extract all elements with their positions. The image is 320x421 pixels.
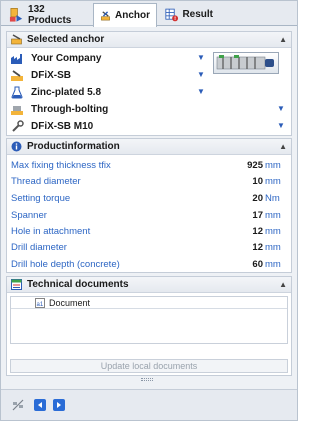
selected-anchor-panel: Selected anchor ▲ Your Company ▼ DFiX-SB… [6, 31, 292, 136]
tab-result[interactable]: Result [159, 3, 219, 26]
collapse-chevron-icon[interactable]: ▲ [279, 280, 287, 289]
technical-documents-title: Technical documents [27, 279, 129, 290]
installation-type-dropdown-icon[interactable]: ▼ [277, 104, 285, 113]
anchor-tools-icon [101, 10, 110, 20]
tab-result-label: Result [182, 9, 213, 20]
previous-button[interactable] [34, 399, 46, 411]
property-label: Setting torque [11, 192, 71, 204]
anchor-type-select[interactable]: DFiX-SB [10, 68, 71, 83]
flask-icon [10, 86, 24, 99]
products-stack-icon [9, 7, 23, 22]
tab-anchor[interactable]: Anchor [93, 3, 157, 27]
productinformation-panel: Productinformation ▲ Max fixing thicknes… [6, 138, 292, 273]
property-unit: mm [265, 175, 281, 187]
property-value: 12 [252, 225, 263, 237]
document-column-icon: a1 [35, 298, 45, 308]
material-label: Zinc-plated 5.8 [31, 87, 102, 98]
material-dropdown-icon[interactable]: ▼ [197, 87, 205, 96]
anchor-preview-image [213, 52, 279, 74]
property-row: Drill hole depth (concrete) 60 mm [11, 257, 287, 271]
property-value: 12 [252, 241, 263, 253]
property-unit: mm [265, 225, 281, 237]
installation-type-select[interactable]: Through-bolting [10, 102, 108, 117]
productinformation-title: Productinformation [27, 141, 120, 152]
property-label: Drill hole depth (concrete) [11, 258, 120, 270]
tab-products-label: 132 Products [28, 3, 72, 26]
property-value: 10 [252, 175, 263, 187]
next-button[interactable] [53, 399, 65, 411]
bottom-toolbar [1, 389, 297, 420]
result-grid-warning-icon [165, 8, 179, 21]
property-unit: mm [265, 159, 281, 171]
property-value: 20 [252, 192, 263, 204]
selected-anchor-header[interactable]: Selected anchor ▲ [7, 32, 291, 48]
material-select[interactable]: Zinc-plated 5.8 [10, 85, 101, 100]
update-local-documents-button[interactable]: Update local documents [10, 359, 288, 373]
arrow-left-icon [38, 402, 42, 408]
property-label: Hole in attachment [11, 225, 91, 237]
tab-anchor-label: Anchor [115, 10, 150, 21]
anchor-size-dropdown-icon[interactable]: ▼ [277, 121, 285, 130]
anchor-type-label: DFiX-SB [31, 70, 71, 81]
tab-bar: 132 Products Anchor Result [1, 1, 297, 27]
bolting-icon [10, 103, 24, 116]
splitter-grip[interactable] [141, 378, 153, 381]
factory-icon [10, 52, 24, 65]
property-row: Thread diameter 10 mm [11, 174, 287, 188]
property-value: 17 [252, 209, 263, 221]
wrench-icon [10, 120, 24, 133]
property-row: Max fixing thickness tfix 925 mm [11, 158, 287, 172]
disconnect-icon[interactable] [11, 398, 25, 412]
property-value: 60 [252, 258, 263, 270]
property-unit: mm [265, 241, 281, 253]
property-row: Spanner 17 mm [11, 208, 287, 222]
collapse-chevron-icon[interactable]: ▲ [279, 142, 287, 151]
property-label: Max fixing thickness tfix [11, 159, 111, 171]
collapse-chevron-icon[interactable]: ▲ [279, 35, 287, 44]
property-row: Setting torque 20 Nm [11, 191, 287, 205]
documents-table-header: a1 Document [11, 297, 287, 309]
property-label: Thread diameter [11, 175, 81, 187]
property-unit: mm [265, 258, 281, 270]
anchor-section-icon [11, 34, 22, 45]
property-label: Drill diameter [11, 241, 67, 253]
technical-documents-header[interactable]: Technical documents ▲ [7, 277, 291, 293]
arrow-right-icon [57, 402, 61, 408]
selected-anchor-title: Selected anchor [27, 34, 105, 45]
installation-type-label: Through-bolting [31, 104, 109, 115]
info-icon [11, 141, 22, 152]
documents-table[interactable]: a1 Document [10, 296, 288, 344]
manufacturer-dropdown-icon[interactable]: ▼ [197, 53, 205, 62]
anchor-type-dropdown-icon[interactable]: ▼ [197, 70, 205, 79]
app-panel: 132 Products Anchor Result Selected anch… [0, 0, 298, 421]
manufacturer-label: Your Company [31, 53, 102, 64]
productinformation-header[interactable]: Productinformation ▲ [7, 139, 291, 155]
anchor-size-label: DFiX-SB M10 [31, 121, 94, 132]
svg-text:a1: a1 [37, 302, 44, 308]
property-row: Hole in attachment 12 mm [11, 224, 287, 238]
property-label: Spanner [11, 209, 47, 221]
property-row: Drill diameter 12 mm [11, 240, 287, 254]
anchor-size-select[interactable]: DFiX-SB M10 [10, 119, 93, 134]
documents-icon [11, 279, 22, 290]
technical-documents-panel: Technical documents ▲ a1 Document Update… [6, 276, 292, 376]
document-column-header[interactable]: a1 Document [35, 297, 90, 309]
property-unit: mm [265, 209, 281, 221]
manufacturer-select[interactable]: Your Company [10, 51, 101, 66]
document-column-label: Document [49, 298, 91, 308]
property-unit: Nm [265, 192, 280, 204]
anchor-type-icon [10, 69, 24, 82]
tab-products[interactable]: 132 Products [3, 3, 93, 26]
property-value: 925 [247, 159, 263, 171]
